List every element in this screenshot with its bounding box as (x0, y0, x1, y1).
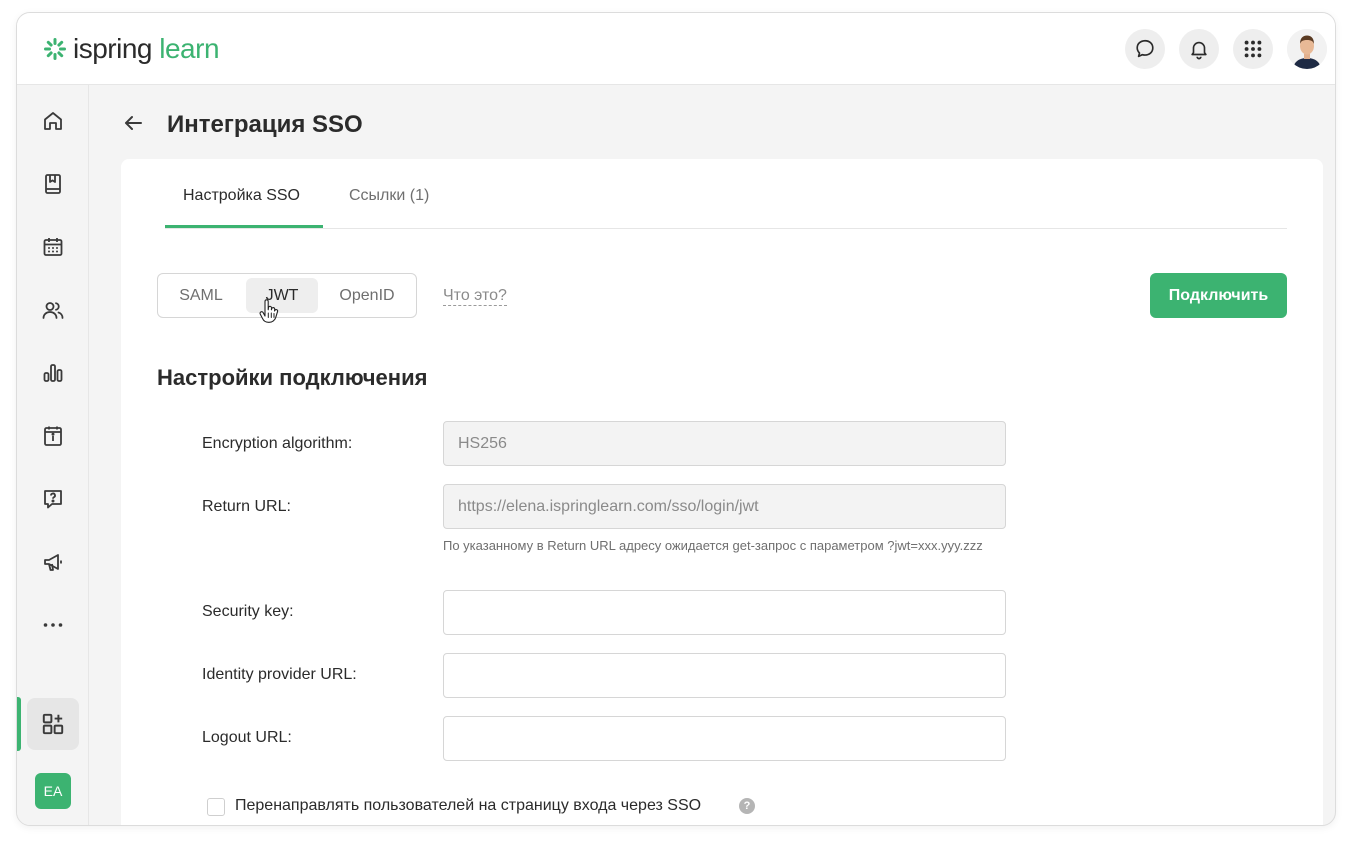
tab-bar: Настройка SSO Ссылки (1) (165, 159, 1287, 229)
identity-provider-url-input[interactable] (443, 653, 1006, 698)
sidebar-item-announcements[interactable] (27, 536, 79, 588)
library-icon (45, 174, 61, 194)
encryption-algorithm-label: Encryption algorithm: (202, 435, 353, 452)
sidebar-item-more[interactable] (27, 599, 79, 651)
protocol-jwt[interactable]: JWT (246, 278, 318, 313)
sidebar-item-calendar[interactable] (27, 221, 79, 273)
user-photo-icon (1287, 29, 1327, 69)
calendar-icon (43, 238, 63, 256)
arrow-left-icon (125, 116, 142, 130)
bell-icon (1191, 41, 1207, 60)
integrations-icon (42, 713, 64, 735)
sidebar-item-info[interactable] (27, 410, 79, 462)
security-key-input[interactable] (443, 590, 1006, 635)
more-icon (43, 623, 63, 627)
return-url-field: https://elena.ispringlearn.com/sso/login… (443, 484, 1006, 529)
apps-button[interactable] (1233, 29, 1273, 69)
settings-card: Настройка SSO Ссылки (1) SAML JWT OpenID… (121, 159, 1323, 825)
app-window: ispring learn EA Интеграция SSO Настройк… (16, 12, 1336, 826)
ispring-logo-icon (44, 38, 66, 60)
what-is-this-link[interactable]: Что это? (443, 287, 507, 306)
redirect-to-sso-checkbox[interactable] (207, 798, 225, 816)
sidebar-item-integrations[interactable] (27, 698, 79, 750)
protocol-openid[interactable]: OpenID (326, 278, 408, 313)
page-title: Интеграция SSO (167, 111, 363, 138)
chat-button[interactable] (1125, 29, 1165, 69)
sidebar-item-reports[interactable] (27, 347, 79, 399)
question-help-icon[interactable]: ? (739, 798, 755, 814)
active-tab-underline (165, 225, 323, 228)
apps-grid-icon (1244, 40, 1262, 58)
redirect-to-sso-label[interactable]: Перенаправлять пользователей на страницу… (235, 797, 701, 815)
protocol-saml[interactable]: SAML (164, 278, 238, 313)
hand-cursor-icon (259, 299, 279, 323)
return-url-label: Return URL: (202, 498, 291, 515)
identity-provider-url-label: Identity provider URL: (202, 666, 357, 683)
chat-icon (1136, 39, 1154, 58)
tab-links[interactable]: Ссылки (1) (349, 187, 429, 205)
tab-sso-settings[interactable]: Настройка SSO (183, 187, 300, 205)
logo[interactable]: ispring learn (43, 33, 220, 65)
sidebar-active-indicator (17, 697, 21, 751)
security-key-label: Security key: (202, 603, 294, 620)
reports-icon (43, 364, 63, 382)
sidebar-item-home[interactable] (27, 95, 79, 147)
user-avatar[interactable] (1287, 29, 1327, 69)
logout-url-label: Logout URL: (202, 729, 292, 746)
logo-text-part2: learn (159, 33, 220, 64)
connect-button[interactable]: Подключить (1150, 273, 1287, 318)
top-bar: ispring learn (17, 13, 1335, 85)
logo-text-part1: ispring (73, 33, 152, 64)
users-icon (42, 302, 64, 319)
sidebar-user[interactable]: EA (27, 765, 79, 817)
info-icon (44, 426, 62, 446)
sidebar: EA (17, 85, 89, 825)
notifications-button[interactable] (1179, 29, 1219, 69)
connection-settings-title: Настройки подключения (157, 365, 428, 390)
main-content: Интеграция SSO Настройка SSO Ссылки (1) … (89, 85, 1335, 825)
back-button[interactable] (121, 111, 145, 140)
top-actions (1125, 29, 1327, 69)
user-initials-badge: EA (35, 773, 71, 809)
sidebar-item-users[interactable] (27, 284, 79, 336)
encryption-algorithm-field: HS256 (443, 421, 1006, 466)
protocol-selector: SAML JWT OpenID (157, 273, 417, 318)
return-url-hint: По указанному в Return URL адресу ожидае… (443, 538, 983, 553)
sidebar-item-library[interactable] (27, 158, 79, 210)
logout-url-input[interactable] (443, 716, 1006, 761)
logo-text: ispring learn (73, 33, 220, 65)
megaphone-icon (44, 554, 62, 571)
help-icon (44, 490, 62, 509)
home-icon (44, 112, 62, 130)
sidebar-item-help[interactable] (27, 473, 79, 525)
